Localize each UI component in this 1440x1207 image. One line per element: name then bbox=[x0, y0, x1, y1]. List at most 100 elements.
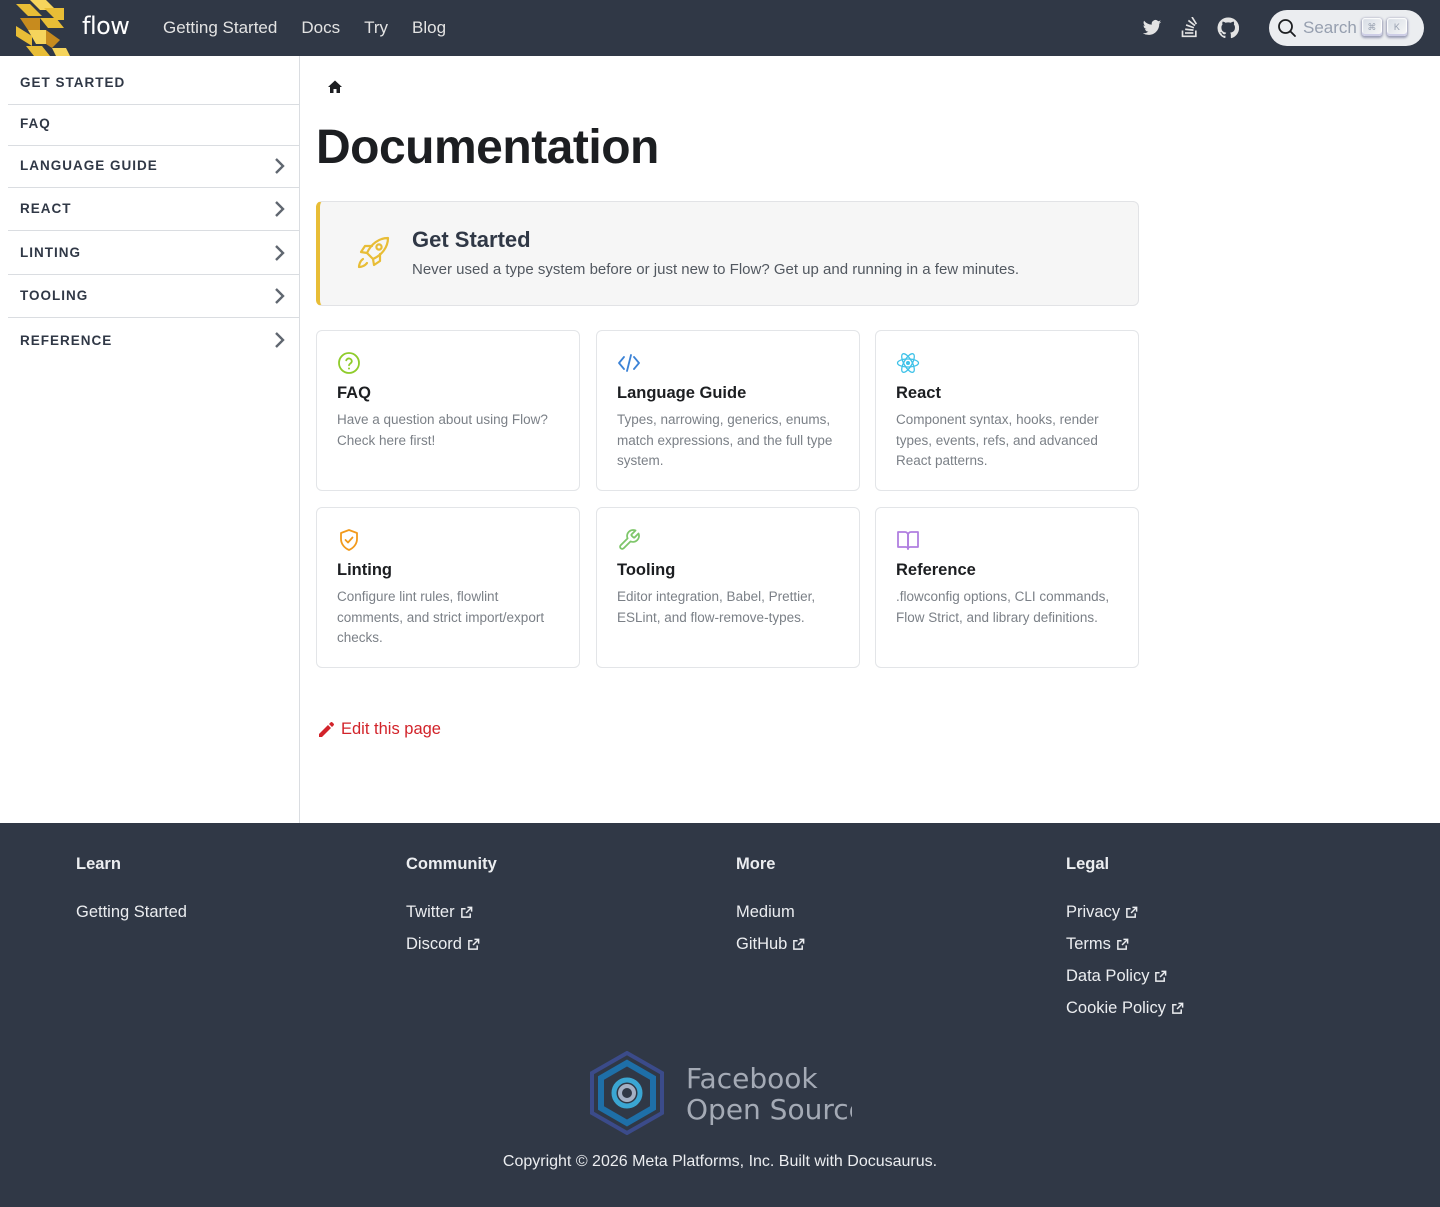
card-description: Types, narrowing, generics, enums, match… bbox=[617, 412, 833, 468]
sidebar-item-label: REFERENCE bbox=[20, 332, 113, 348]
main-content: Documentation Get Started Never used a t… bbox=[300, 56, 1440, 823]
brand-home-link[interactable]: flow bbox=[16, 0, 130, 56]
sidebar-item-label: LANGUAGE GUIDE bbox=[20, 158, 158, 173]
external-link-icon bbox=[468, 938, 480, 950]
sidebar-item-reference[interactable]: REFERENCE bbox=[8, 318, 299, 362]
footer-link-privacy[interactable]: Privacy bbox=[1066, 896, 1184, 928]
search-label: Search bbox=[1303, 18, 1357, 37]
home-icon[interactable] bbox=[327, 79, 343, 95]
footer-link-label: Medium bbox=[736, 902, 795, 921]
sidebar-item-get-started[interactable]: GET STARTED bbox=[8, 61, 299, 105]
footer-link-label: Cookie Policy bbox=[1066, 998, 1166, 1017]
stack-overflow-icon[interactable] bbox=[1178, 16, 1202, 40]
shortcut-key-k: K bbox=[1386, 18, 1407, 36]
twitter-icon[interactable] bbox=[1140, 16, 1164, 40]
react-icon bbox=[896, 353, 920, 373]
sidebar-item-faq[interactable]: FAQ bbox=[8, 102, 299, 146]
card-description: .flowconfig options, CLI commands, Flow … bbox=[896, 589, 1110, 625]
card-title: Reference bbox=[896, 561, 976, 579]
nav-docs[interactable]: Docs bbox=[289, 18, 352, 38]
card-language-guide[interactable]: Language Guide Types, narrowing, generic… bbox=[596, 330, 860, 491]
shortcut-key-cmd: ⌘ bbox=[1361, 18, 1382, 36]
hero-title: Get Started bbox=[412, 227, 531, 252]
code-icon bbox=[618, 354, 640, 372]
chevron-right-icon[interactable] bbox=[271, 287, 287, 305]
search-icon bbox=[1278, 19, 1296, 37]
footer-column-community: Community Twitter Discord bbox=[406, 855, 497, 960]
card-description: Editor integration, Babel, Prettier, ESL… bbox=[617, 589, 816, 625]
copyright-text: Copyright © 2026 Meta Platforms, Inc. Bu… bbox=[502, 1153, 938, 1170]
footer-column-legal: Legal Privacy Terms Data Policy Cookie P… bbox=[1066, 855, 1184, 1024]
nav-try[interactable]: Try bbox=[352, 18, 400, 38]
rocket-icon bbox=[357, 236, 390, 269]
footer-link-label: Privacy bbox=[1066, 902, 1121, 921]
external-link-icon bbox=[793, 938, 805, 950]
sidebar-item-linting[interactable]: LINTING bbox=[8, 231, 299, 275]
chevron-right-icon[interactable] bbox=[271, 244, 287, 262]
sidebar-item-label: FAQ bbox=[20, 116, 51, 131]
sidebar-item-react[interactable]: REACT bbox=[8, 187, 299, 231]
sidebar-item-label: REACT bbox=[20, 201, 72, 216]
wrench-icon bbox=[619, 529, 640, 550]
facebook-open-source-icon: Facebook Open Source bbox=[590, 1051, 852, 1135]
footer-link-cookie-policy[interactable]: Cookie Policy bbox=[1066, 992, 1184, 1024]
footer-link-data-policy[interactable]: Data Policy bbox=[1066, 960, 1184, 992]
search-button[interactable]: Search ⌘ K bbox=[1269, 10, 1424, 46]
card-description: Have a question about using Flow? Check … bbox=[337, 412, 548, 448]
footer-link-getting-started[interactable]: Getting Started bbox=[76, 896, 187, 928]
sidebar-item-tooling[interactable]: TOOLING bbox=[8, 274, 299, 318]
docs-sidebar: GET STARTED FAQ LANGUAGE GUIDE REACT LIN… bbox=[0, 56, 300, 823]
footer-link-label: Twitter bbox=[406, 902, 455, 921]
card-reference[interactable]: Reference .flowconfig options, CLI comma… bbox=[875, 507, 1139, 668]
external-link-icon bbox=[1126, 906, 1138, 918]
footer-link-label: GitHub bbox=[736, 934, 788, 953]
card-react[interactable]: React Component syntax, hooks, render ty… bbox=[875, 330, 1139, 491]
nav-blog[interactable]: Blog bbox=[400, 18, 458, 38]
site-footer: Learn Getting Started Community Twitter … bbox=[0, 823, 1440, 1207]
chevron-right-icon[interactable] bbox=[271, 200, 287, 218]
footer-link-label: Getting Started bbox=[76, 902, 187, 921]
card-description: Component syntax, hooks, render types, e… bbox=[896, 412, 1099, 468]
external-link-icon bbox=[1117, 938, 1129, 950]
footer-column-title: More bbox=[736, 855, 776, 873]
github-icon[interactable] bbox=[1216, 16, 1240, 40]
primary-nav: Getting Started Docs Try Blog bbox=[151, 0, 458, 56]
chevron-right-icon[interactable] bbox=[271, 331, 287, 349]
logo-text-facebook: Facebook bbox=[686, 1062, 818, 1095]
flow-logo-icon bbox=[16, 0, 70, 56]
footer-link-github[interactable]: GitHub bbox=[736, 928, 805, 960]
sidebar-item-label: TOOLING bbox=[20, 288, 89, 303]
nav-getting-started[interactable]: Getting Started bbox=[151, 18, 289, 38]
footer-link-twitter[interactable]: Twitter bbox=[406, 896, 497, 928]
footer-column-more: More Medium GitHub bbox=[736, 855, 805, 960]
sidebar-item-language-guide[interactable]: LANGUAGE GUIDE bbox=[8, 144, 299, 188]
footer-link-label: Terms bbox=[1066, 934, 1111, 953]
footer-column-learn: Learn Getting Started bbox=[76, 855, 187, 928]
footer-link-discord[interactable]: Discord bbox=[406, 928, 497, 960]
footer-link-terms[interactable]: Terms bbox=[1066, 928, 1184, 960]
top-navbar: flow Getting Started Docs Try Blog Searc… bbox=[0, 0, 1440, 56]
shield-check-icon bbox=[340, 529, 358, 551]
footer-column-title: Community bbox=[406, 855, 497, 873]
page-title: Documentation bbox=[316, 121, 659, 174]
card-faq[interactable]: FAQ Have a question about using Flow? Ch… bbox=[316, 330, 580, 491]
card-title: Tooling bbox=[617, 561, 676, 579]
sidebar-item-label: GET STARTED bbox=[20, 75, 126, 90]
footer-link-label: Discord bbox=[406, 934, 462, 953]
hero-description: Never used a type system before or just … bbox=[412, 261, 1019, 278]
logo-text-open-source: Open Source bbox=[686, 1093, 852, 1126]
footer-link-label: Data Policy bbox=[1066, 966, 1150, 985]
brand-text: flow bbox=[82, 12, 130, 40]
chevron-right-icon[interactable] bbox=[271, 157, 287, 175]
footer-link-medium[interactable]: Medium bbox=[736, 896, 805, 928]
get-started-card[interactable]: Get Started Never used a type system bef… bbox=[316, 201, 1139, 306]
external-link-icon bbox=[460, 906, 472, 918]
card-title: FAQ bbox=[337, 384, 371, 402]
question-circle-icon bbox=[338, 352, 360, 374]
card-tooling[interactable]: Tooling Editor integration, Babel, Prett… bbox=[596, 507, 860, 668]
edit-page-link[interactable]: Edit this page bbox=[317, 720, 441, 739]
card-description: Configure lint rules, flowlint comments,… bbox=[337, 589, 545, 645]
card-linting[interactable]: Linting Configure lint rules, flowlint c… bbox=[316, 507, 580, 668]
social-icons bbox=[1140, 0, 1240, 56]
footer-column-title: Learn bbox=[76, 855, 121, 873]
